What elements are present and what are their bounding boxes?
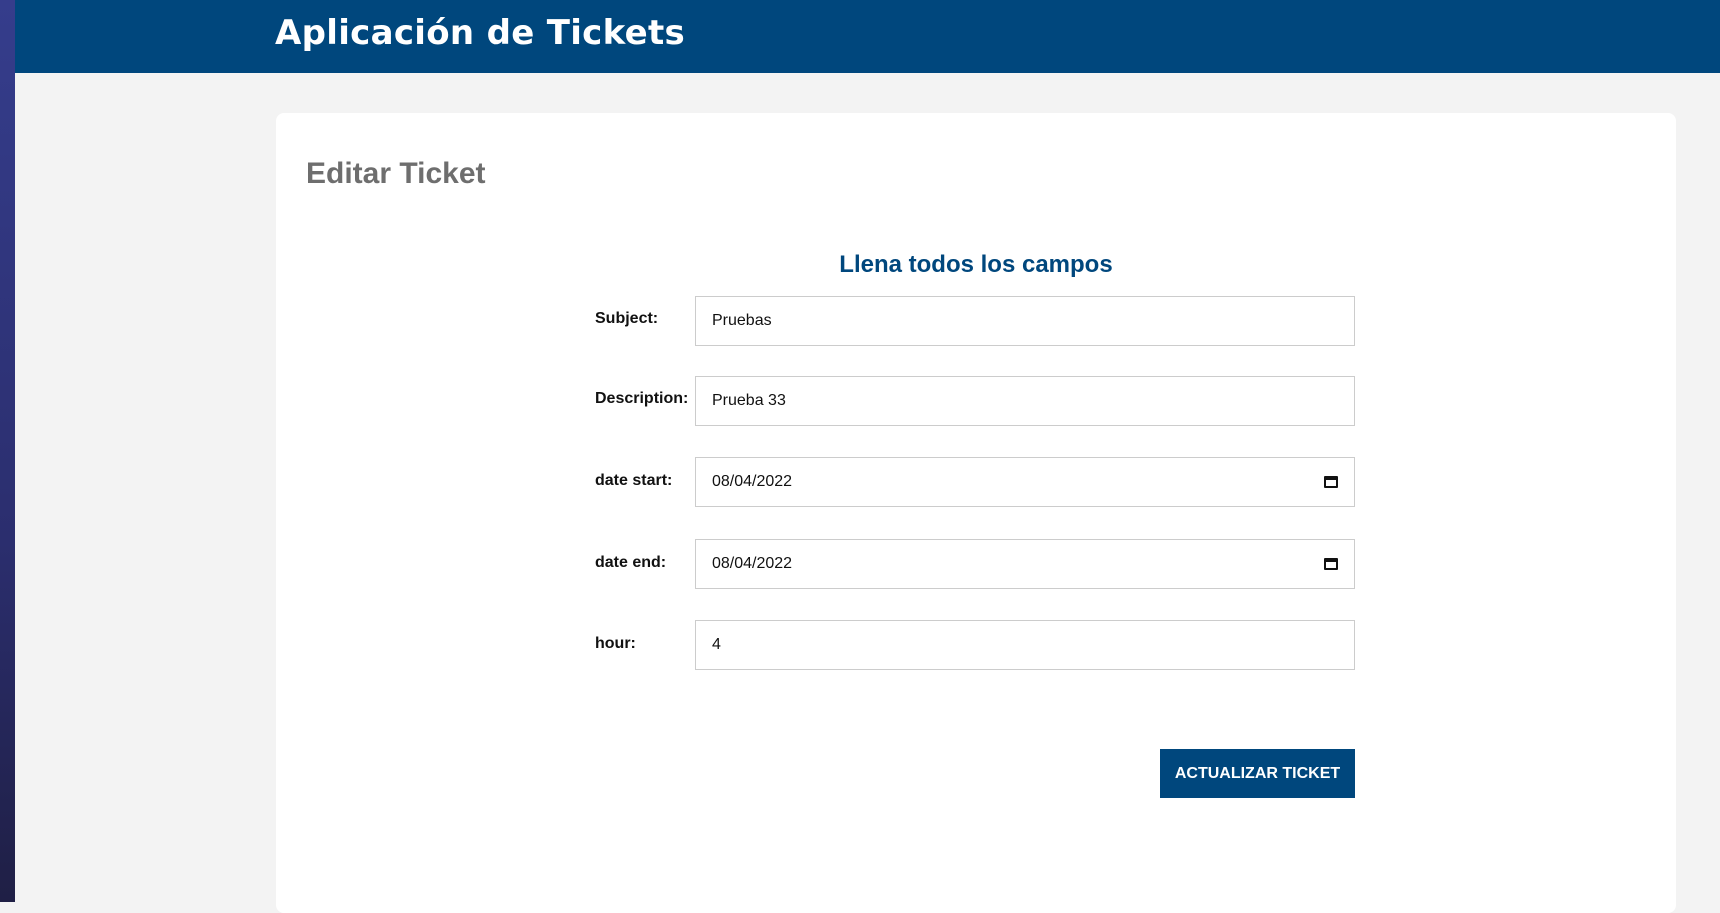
date-end-label: date end: [595, 554, 667, 571]
page-title: Editar Ticket [306, 157, 486, 190]
hour-label: hour: [595, 635, 636, 652]
date-start-field [695, 457, 1355, 507]
subject-field [695, 296, 1355, 346]
date-end-field [695, 539, 1355, 589]
left-window-edge [0, 0, 15, 902]
subject-input[interactable] [712, 312, 1338, 330]
update-ticket-button[interactable]: ACTUALIZAR TICKET [1160, 749, 1355, 798]
description-label: Description: [595, 390, 689, 407]
description-input[interactable] [712, 392, 1338, 410]
description-field [695, 376, 1355, 426]
app-title: Aplicación de Tickets [275, 13, 686, 53]
calendar-icon[interactable] [1324, 475, 1338, 489]
hour-field [695, 620, 1355, 670]
date-start-label: date start: [595, 472, 673, 489]
date-end-input[interactable] [712, 555, 1316, 573]
form-heading: Llena todos los campos [839, 251, 1113, 278]
date-start-input[interactable] [712, 473, 1316, 491]
hour-input[interactable] [712, 636, 1338, 654]
app-header: Aplicación de Tickets [15, 0, 1720, 73]
subject-label: Subject: [595, 310, 659, 327]
edit-ticket-card: Editar Ticket Llena todos los campos Sub… [276, 113, 1676, 913]
calendar-icon[interactable] [1324, 557, 1338, 571]
